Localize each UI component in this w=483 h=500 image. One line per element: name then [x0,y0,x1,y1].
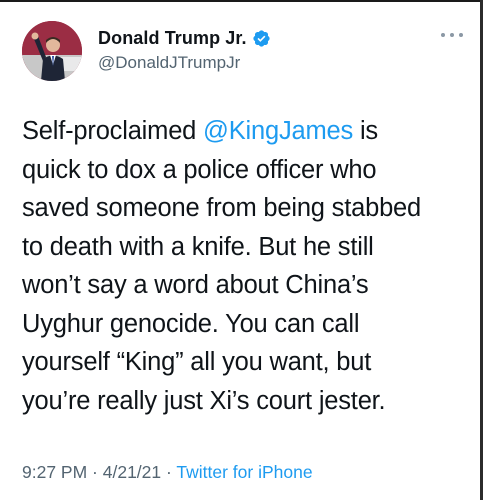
tweet-line: Uyghur genocide. You can call [22,309,360,338]
tweet-metadata: 9:27 PM · 4/21/21 · Twitter for iPhone [22,462,313,483]
tweet-text-fragment: Self-proclaimed [22,117,204,145]
tweet-line: you’re really just Xi’s court jester. [22,386,386,415]
tweet-line: Self-proclaimed @KingJames is [22,112,472,151]
more-dot [459,33,463,37]
tweet-line: won’t say a word about China’s [22,271,369,299]
tweet-line: to death with a knife. But he still [22,232,374,261]
separator: · [161,462,177,482]
mention-link[interactable]: @KingJames [203,117,353,145]
tweet-line: saved someone from being stabbed [22,194,422,222]
author-handle[interactable]: @DonaldJTrumpJr [98,53,240,73]
tweet-line: quick to dox a police officer who [22,155,377,184]
tweet-date[interactable]: 4/21/21 [103,462,161,482]
author-name-row[interactable]: Donald Trump Jr. [98,27,271,49]
tweet-text-fragment: is [353,117,378,145]
more-dot [441,33,445,37]
verified-badge-icon [252,29,271,48]
author-display-name[interactable]: Donald Trump Jr. [98,28,247,49]
more-options-icon[interactable] [441,30,463,40]
top-border [0,0,483,2]
tweet-text: Self-proclaimed @KingJames is quick to d… [22,112,472,420]
more-dot [450,33,454,37]
tweet-source-link[interactable]: Twitter for iPhone [176,462,312,482]
tweet-line: yourself “King” all you want, but [22,348,372,376]
avatar[interactable] [22,21,82,81]
separator: · [87,462,103,482]
tweet-time[interactable]: 9:27 PM [22,462,87,482]
